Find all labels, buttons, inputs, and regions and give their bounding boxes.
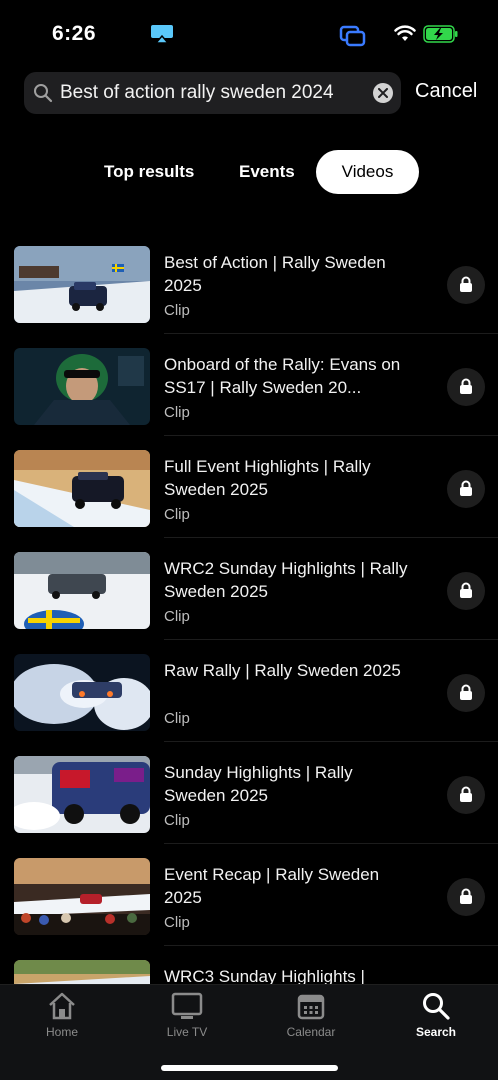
result-title: WRC2 Sunday Highlights | Rally Sweden 20… xyxy=(164,559,408,601)
airplay-icon xyxy=(150,24,174,49)
calendar-icon xyxy=(297,994,325,1020)
result-item[interactable]: WRC2 Sunday Highlights | Rally Sweden 20… xyxy=(0,538,498,640)
result-title: Raw Rally | Rally Sweden 2025 xyxy=(164,661,401,680)
lock-icon[interactable] xyxy=(447,572,485,610)
result-title: Sunday Highlights | Rally Sweden 2025 xyxy=(164,763,353,805)
result-item[interactable]: Sunday Highlights | Rally Sweden 2025 Cl… xyxy=(0,742,498,844)
home-icon xyxy=(49,992,75,1020)
lock-icon[interactable] xyxy=(447,776,485,814)
result-title: WRC3 Sunday Highlights | xyxy=(164,967,365,984)
tabbar-calendar[interactable]: Calendar xyxy=(271,991,351,1039)
result-type: Clip xyxy=(164,302,190,319)
tabbar-label: Calendar xyxy=(286,1025,336,1039)
lock-icon[interactable] xyxy=(447,878,485,916)
result-type: Clip xyxy=(164,404,190,421)
result-type: Clip xyxy=(164,506,190,523)
result-type: Clip xyxy=(164,608,190,625)
result-title: Event Recap | Rally Sweden 2025 xyxy=(164,865,380,907)
video-thumbnail xyxy=(14,960,150,984)
battery-charging-icon xyxy=(423,25,459,48)
status-time: 6:26 xyxy=(52,22,97,45)
video-thumbnail xyxy=(14,450,150,527)
tabbar-search[interactable]: Search xyxy=(396,991,476,1039)
search-field[interactable]: Best of action rally sweden 2024 xyxy=(24,72,401,114)
video-thumbnail xyxy=(14,858,150,935)
video-thumbnail xyxy=(14,756,150,833)
result-item[interactable]: Raw Rally | Rally Sweden 2025 Clip xyxy=(0,640,498,742)
result-type: Clip xyxy=(164,914,190,931)
result-title: Best of Action | Rally Sweden 2025 xyxy=(164,253,386,295)
video-thumbnail xyxy=(14,552,150,629)
result-item[interactable]: Event Recap | Rally Sweden 2025 Clip xyxy=(0,844,498,946)
tv-icon xyxy=(171,992,203,1019)
tabbar-label: Search xyxy=(415,1025,457,1039)
lock-icon[interactable] xyxy=(447,470,485,508)
result-title: Full Event Highlights | Rally Sweden 202… xyxy=(164,457,371,499)
search-input[interactable]: Best of action rally sweden 2024 xyxy=(60,82,334,104)
result-title: Onboard of the Rally: Evans on SS17 | Ra… xyxy=(164,355,401,397)
result-item[interactable]: Onboard of the Rally: Evans on SS17 | Ra… xyxy=(0,334,498,436)
status-bar: 6:26 xyxy=(0,0,498,64)
lock-icon[interactable] xyxy=(447,266,485,304)
result-item[interactable]: WRC3 Sunday Highlights | xyxy=(0,946,498,984)
result-type: Clip xyxy=(164,812,190,829)
tab-events[interactable]: Events xyxy=(239,150,295,194)
tabbar-label: Home xyxy=(45,1025,78,1039)
tabbar-live-tv[interactable]: Live TV xyxy=(147,991,227,1039)
results-list[interactable]: Best of Action | Rally Sweden 2025 Clip … xyxy=(0,232,498,984)
clear-search-icon[interactable] xyxy=(373,83,393,103)
lock-icon[interactable] xyxy=(447,368,485,406)
tabbar-label: Live TV xyxy=(166,1025,208,1039)
screen-mirroring-icon xyxy=(339,25,367,52)
result-item[interactable]: Best of Action | Rally Sweden 2025 Clip xyxy=(0,232,498,334)
tabbar-home[interactable]: Home xyxy=(22,991,102,1039)
search-icon xyxy=(423,993,450,1020)
lock-icon[interactable] xyxy=(447,674,485,712)
wifi-icon xyxy=(394,24,416,47)
result-type: Clip xyxy=(164,710,190,727)
cancel-button[interactable]: Cancel xyxy=(415,80,477,103)
video-thumbnail xyxy=(14,654,150,731)
video-thumbnail xyxy=(14,348,150,425)
result-item[interactable]: Full Event Highlights | Rally Sweden 202… xyxy=(0,436,498,538)
magnifier-icon xyxy=(33,83,53,108)
video-thumbnail xyxy=(14,246,150,323)
tab-videos[interactable]: Videos xyxy=(316,150,419,194)
home-indicator[interactable] xyxy=(161,1065,338,1071)
tab-top-results[interactable]: Top results xyxy=(104,150,194,194)
